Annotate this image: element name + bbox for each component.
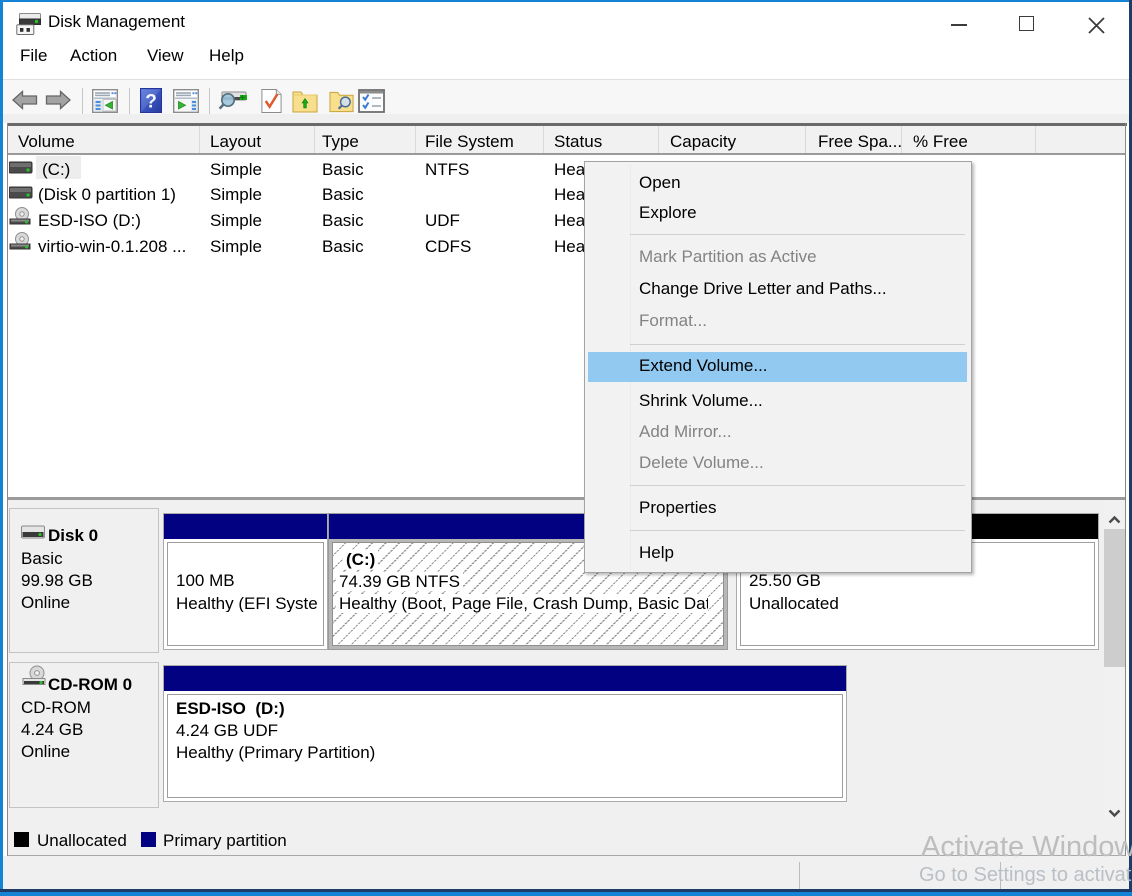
- svg-text:?: ?: [145, 92, 157, 113]
